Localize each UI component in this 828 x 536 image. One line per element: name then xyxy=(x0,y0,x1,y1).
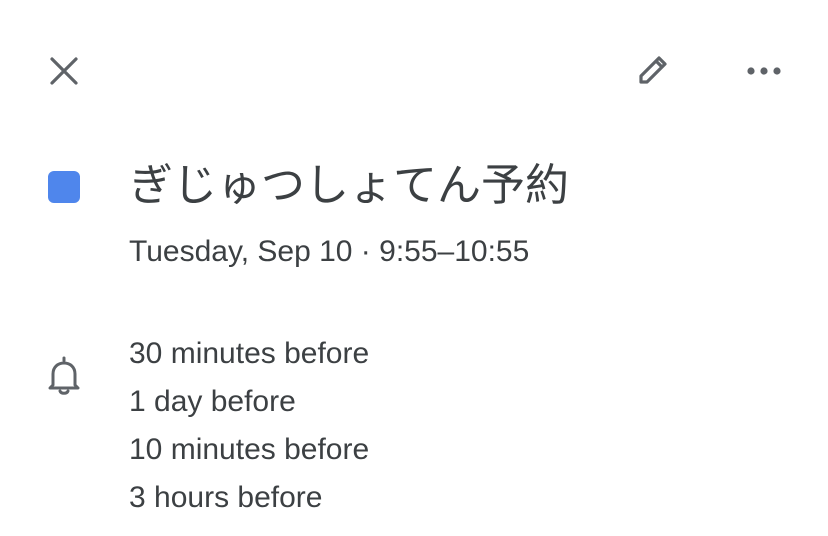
edit-button[interactable] xyxy=(624,43,680,99)
event-datetime: Tuesday, Sep 10 · 9:55–10:55 xyxy=(129,235,530,268)
reminder-item: 3 hours before xyxy=(129,481,323,514)
reminder-item: 30 minutes before xyxy=(129,337,370,370)
close-icon xyxy=(50,57,78,85)
bell-icon xyxy=(48,356,80,395)
more-options-button[interactable] xyxy=(736,43,792,99)
reminder-list: 30 minutes before 1 day before 10 minute… xyxy=(129,330,369,522)
more-horizontal-icon xyxy=(747,67,781,75)
reminder-item: 10 minutes before xyxy=(129,433,370,466)
close-button[interactable] xyxy=(36,43,92,99)
pencil-icon xyxy=(639,56,667,84)
event-color-swatch xyxy=(48,171,80,203)
event-title: ぎじゅつしょてん予約 xyxy=(129,160,569,211)
reminder-item: 1 day before xyxy=(129,385,296,418)
